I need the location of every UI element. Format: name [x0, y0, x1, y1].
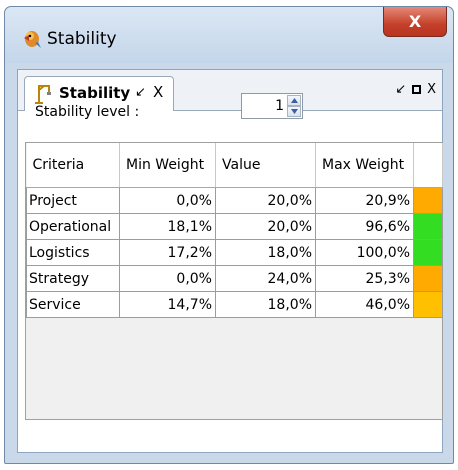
value-cell[interactable]: 18,0% [215, 291, 316, 318]
status-swatch [414, 188, 442, 213]
window-close-button[interactable]: X [383, 7, 447, 37]
status-cell [413, 265, 443, 292]
max-weight-cell[interactable]: 46,0% [315, 291, 414, 318]
status-cell [413, 239, 443, 266]
criteria-cell[interactable]: Operational [26, 213, 120, 240]
table-row[interactable]: Strategy 0,0% 24,0% 25,3% [26, 265, 443, 292]
pin-icon[interactable]: ↙ [135, 85, 146, 100]
column-header-max-weight[interactable]: Max Weight [315, 143, 414, 188]
status-swatch [414, 292, 442, 317]
arrow-down-icon [290, 109, 298, 114]
max-weight-cell[interactable]: 100,0% [315, 239, 414, 266]
min-weight-cell[interactable]: 14,7% [119, 291, 216, 318]
table-row[interactable]: Project 0,0% 20,0% 20,9% [26, 187, 443, 214]
pane-close-icon[interactable]: X [427, 82, 436, 97]
pane-controls: ↙ X [395, 82, 436, 97]
maximize-icon[interactable] [412, 85, 422, 94]
arrow-up-icon [290, 98, 298, 103]
tab-label: Stability [59, 84, 131, 102]
column-header-status[interactable] [413, 143, 443, 188]
spinner-buttons [287, 95, 301, 117]
max-weight-cell[interactable]: 20,9% [315, 187, 414, 214]
status-cell [413, 291, 443, 318]
header-row: Criteria Min Weight Value Max Weight [26, 143, 443, 188]
status-swatch [414, 214, 442, 239]
max-weight-cell[interactable]: 25,3% [315, 265, 414, 292]
status-cell [413, 187, 443, 214]
column-header-min-weight[interactable]: Min Weight [119, 143, 216, 188]
status-cell [413, 213, 443, 240]
stability-level-spinner[interactable]: 1 [241, 93, 303, 119]
table-row[interactable]: Logistics 17,2% 18,0% 100,0% [26, 239, 443, 266]
status-swatch [414, 266, 442, 291]
table-row[interactable]: Service 14,7% 18,0% 46,0% [26, 291, 443, 318]
criteria-cell[interactable]: Logistics [26, 239, 120, 266]
stability-window: Stability X Stability ↙ X ↙ X Stability … [4, 6, 454, 464]
spinner-up-button[interactable] [287, 95, 301, 106]
value-cell[interactable]: 20,0% [215, 213, 316, 240]
min-weight-cell[interactable]: 0,0% [119, 265, 216, 292]
value-cell[interactable]: 24,0% [215, 265, 316, 292]
min-weight-cell[interactable]: 18,1% [119, 213, 216, 240]
column-header-value[interactable]: Value [215, 143, 316, 188]
criteria-cell[interactable]: Strategy [26, 265, 120, 292]
criteria-cell[interactable]: Project [26, 187, 120, 214]
criteria-table: Criteria Min Weight Value Max Weight Pro… [26, 143, 443, 318]
crane-icon [35, 85, 51, 104]
column-header-criteria[interactable]: Criteria [26, 143, 120, 188]
title-bar[interactable]: Stability X [5, 7, 453, 63]
status-swatch [414, 240, 442, 265]
stability-level-value[interactable]: 1 [275, 98, 284, 114]
value-cell[interactable]: 18,0% [215, 239, 316, 266]
criteria-grid: Criteria Min Weight Value Max Weight Pro… [25, 142, 443, 420]
close-icon: X [408, 12, 422, 31]
value-cell[interactable]: 20,0% [215, 187, 316, 214]
min-weight-cell[interactable]: 17,2% [119, 239, 216, 266]
pane-pin-icon[interactable]: ↙ [395, 82, 406, 97]
stability-level-label: Stability level : [35, 104, 140, 120]
tab-close-icon[interactable]: X [153, 83, 163, 101]
parrot-app-icon [24, 31, 41, 48]
min-weight-cell[interactable]: 0,0% [119, 187, 216, 214]
max-weight-cell[interactable]: 96,6% [315, 213, 414, 240]
table-row[interactable]: Operational 18,1% 20,0% 96,6% [26, 213, 443, 240]
window-title: Stability [47, 29, 117, 49]
criteria-cell[interactable]: Service [26, 291, 120, 318]
spinner-down-button[interactable] [287, 106, 301, 117]
